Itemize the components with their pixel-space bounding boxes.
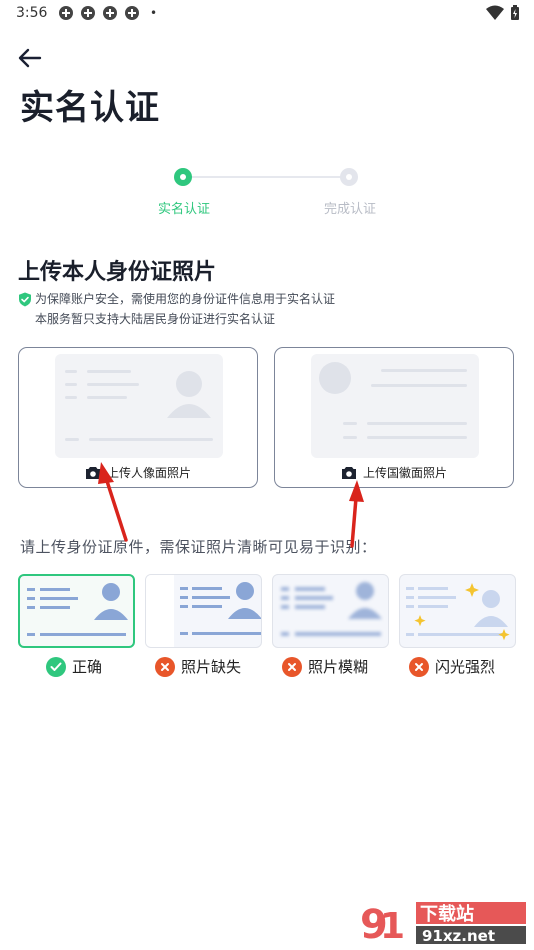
back-button[interactable] (12, 40, 48, 76)
upload-section-title: 上传本人身份证照片 (18, 260, 217, 285)
system-icons (486, 5, 520, 21)
example-correct-image (18, 574, 135, 648)
back-arrow-icon (18, 48, 42, 68)
example-correct-caption: 正确 (46, 656, 102, 677)
upload-front-label-row: 上传人像面照片 (19, 464, 257, 481)
more-notifications-icon: • (150, 6, 158, 20)
id-back-illustration (311, 354, 479, 458)
notification-icon (125, 6, 139, 20)
step-indicator-inactive (340, 168, 358, 186)
upload-back-card[interactable]: 上传国徽面照片 (274, 347, 514, 488)
requirements-hint: 请上传身份证原件，需保证照片清晰可见易于识别： (20, 538, 377, 556)
error-x-icon (409, 656, 429, 677)
shield-check-icon (19, 292, 31, 306)
upload-back-label: 上传国徽面照片 (362, 466, 447, 480)
camera-icon (341, 466, 356, 479)
example-glare-caption: 闪光强烈 (409, 656, 495, 677)
example-glare-label: 闪光强烈 (435, 658, 496, 676)
notice-line-1: 为保障账户安全，需使用您的身份证件信息用于实名认证 (35, 292, 336, 306)
battery-icon (511, 5, 519, 20)
id-front-illustration (55, 354, 223, 458)
check-icon (46, 656, 66, 677)
page-title: 实名认证 (20, 88, 160, 128)
watermark-domain: 91xz.net (422, 927, 495, 945)
step-label-verify: 实名认证 (157, 202, 210, 217)
example-correct-label: 正确 (72, 658, 103, 676)
example-blurry-image (272, 574, 389, 648)
example-glare-image (399, 574, 516, 648)
watermark-text: 下载站 (420, 903, 474, 925)
example-missing-label: 照片缺失 (181, 658, 242, 676)
notification-icon (103, 6, 117, 20)
error-x-icon (155, 656, 175, 677)
security-notice: 为保障账户安全，需使用您的身份证件信息用于实名认证 本服务暂只支持大陆居民身份证… (18, 289, 335, 329)
svg-text:1: 1 (380, 906, 405, 946)
status-time: 3:56 (16, 5, 48, 21)
notice-line-2: 本服务暂只支持大陆居民身份证进行实名认证 (35, 312, 276, 326)
example-missing-image (145, 574, 262, 648)
notification-icons: • (58, 5, 157, 21)
camera-icon (85, 466, 100, 479)
step-label-complete: 完成认证 (323, 202, 376, 217)
example-missing-caption: 照片缺失 (155, 656, 241, 677)
wifi-icon (486, 5, 504, 20)
notification-icon (59, 6, 73, 20)
upload-back-label-row: 上传国徽面照片 (275, 464, 513, 481)
watermark-logo: 9 1 下载站 91xz.net (358, 900, 528, 948)
stepper-track (184, 176, 350, 178)
example-blurry-caption: 照片模糊 (282, 656, 368, 677)
upload-front-card[interactable]: 上传人像面照片 (18, 347, 258, 488)
step-indicator-active (174, 168, 192, 186)
notification-icon (81, 6, 95, 20)
example-blurry-label: 照片模糊 (308, 658, 369, 676)
upload-front-label: 上传人像面照片 (106, 466, 191, 480)
error-x-icon (282, 656, 302, 677)
